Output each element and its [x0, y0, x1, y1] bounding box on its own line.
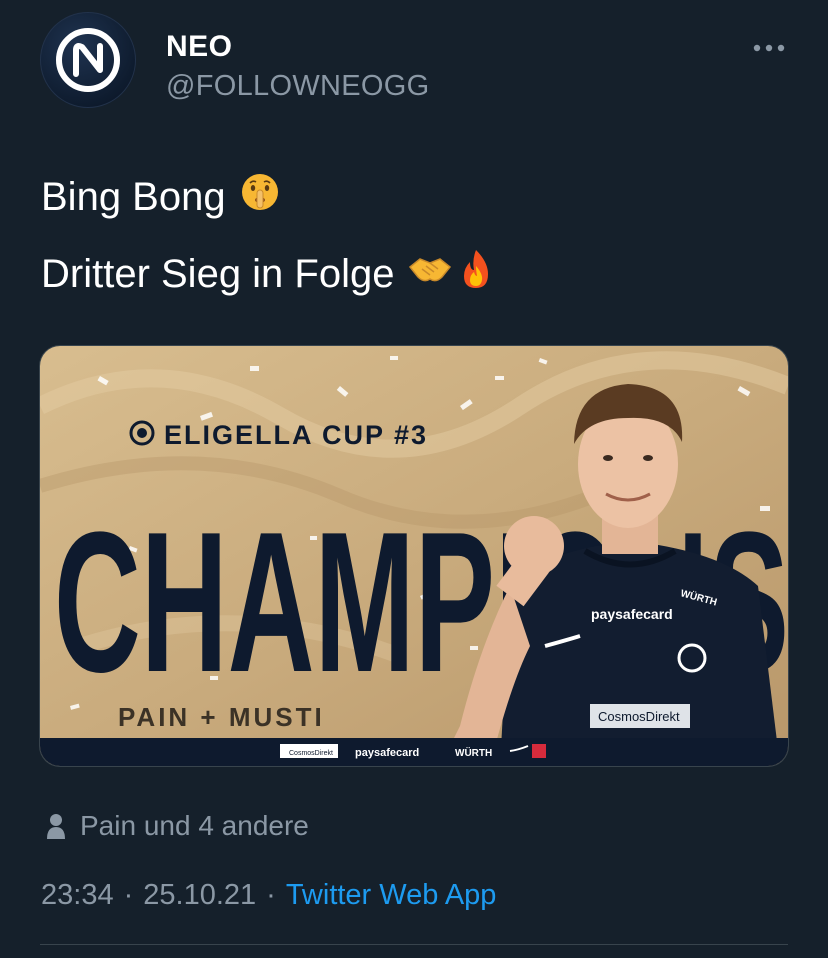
separator: ·: [123, 879, 134, 911]
tweet-text-line-1: Bing Bong: [41, 172, 280, 222]
liked-by-row[interactable]: Pain und 4 andere: [46, 810, 309, 842]
sponsor-logo: WÜRTH: [455, 746, 492, 759]
tweet-text: Dritter Sieg in Folge: [41, 251, 395, 296]
person-icon: [47, 814, 65, 839]
liked-by-text: Pain und 4 andere: [80, 810, 309, 841]
jersey-bottom-sponsor: CosmosDirekt: [598, 709, 680, 724]
tweet-text: Bing Bong: [41, 174, 226, 219]
sponsor-logo: paysafecard: [355, 747, 419, 759]
more-options-button[interactable]: [746, 30, 792, 66]
author-handle[interactable]: @FOLLOWNEOGG: [166, 70, 429, 103]
sponsor-logo: CosmosDirekt: [289, 750, 333, 757]
tweet-source-link[interactable]: Twitter Web App: [286, 879, 497, 911]
neo-logo-icon: [56, 28, 120, 92]
sponsor-bar: CosmosDirekt paysafecard WÜRTH: [40, 738, 788, 766]
shushing-face-emoji-icon: [240, 172, 280, 222]
divider: [40, 944, 788, 945]
tweet-media-image[interactable]: ELIGELLA CUP #3 CHAMPIONS PAIN + MUSTI p…: [40, 346, 788, 766]
tweet-time[interactable]: 23:34: [41, 879, 114, 911]
jersey-sponsor: paysafecard: [591, 606, 673, 622]
tweet-date[interactable]: 25.10.21: [143, 879, 256, 911]
event-title: ELIGELLA CUP #3: [164, 420, 428, 450]
author-display-name[interactable]: NEO: [166, 30, 233, 64]
players-label: PAIN + MUSTI: [118, 702, 325, 732]
fire-emoji-icon: [458, 248, 494, 300]
tweet-meta: 23:34 · 25.10.21 · Twitter Web App: [41, 879, 496, 912]
separator: ·: [266, 879, 276, 911]
author-avatar[interactable]: [40, 12, 136, 108]
tweet-text-line-2: Dritter Sieg in Folge: [41, 248, 494, 300]
champions-graphic: ELIGELLA CUP #3 CHAMPIONS PAIN + MUSTI p…: [40, 346, 788, 766]
more-dots-icon: [753, 44, 785, 52]
handshake-emoji-icon: [408, 249, 452, 299]
